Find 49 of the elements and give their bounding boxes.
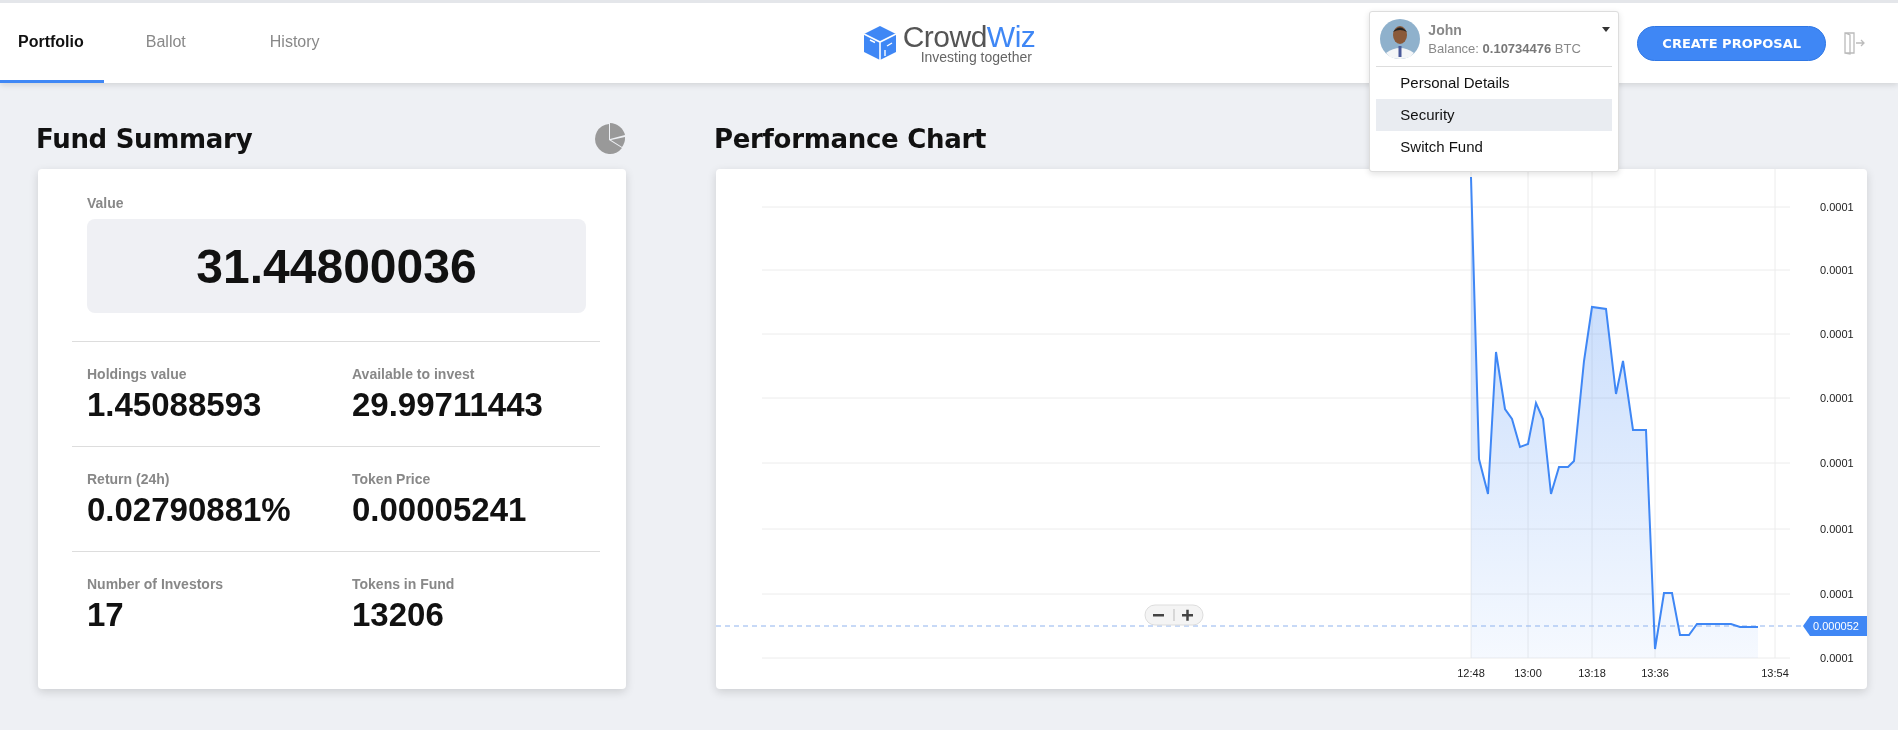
y-axis-label: 0.0001 — [1820, 457, 1854, 469]
y-axis-label: 0.0001 — [1820, 523, 1854, 535]
stat-label: Holdings value — [87, 366, 188, 382]
stat-value: 17 — [87, 596, 125, 634]
x-axis-label: 13:36 — [1641, 667, 1669, 679]
zoom-out-icon[interactable] — [1153, 614, 1164, 617]
avatar-icon — [1380, 19, 1421, 59]
stat-value: 0.00005241 — [352, 491, 528, 529]
nav-tab[interactable]: Portfolio — [0, 3, 104, 83]
stat-value: 1.45088593 — [87, 386, 263, 424]
stat-value: 29.99711443 — [352, 386, 544, 424]
logo-wordmark: CrowdWiz — [902, 22, 1036, 52]
x-axis-label: 13:54 — [1761, 667, 1789, 679]
value-display: 31.44800036 — [87, 219, 586, 313]
create-proposal-button[interactable]: CREATE PROPOSAL — [1637, 25, 1826, 61]
stat-label: Available to invest — [352, 366, 476, 382]
stat-value: 0.02790881% — [87, 491, 292, 529]
menu-item[interactable]: Security — [1376, 99, 1613, 131]
stat-label: Token Price — [352, 471, 432, 487]
menu-item[interactable]: Personal Details — [1376, 67, 1613, 99]
y-axis-label: 0.0001 — [1820, 328, 1854, 340]
section-title: Performance Chart — [714, 124, 987, 154]
stat-label: Number of Investors — [87, 576, 225, 592]
nav-tab[interactable]: History — [227, 3, 362, 83]
stat-label: Value — [87, 195, 125, 211]
logout-icon[interactable] — [1842, 31, 1866, 55]
stat-value: 13206 — [352, 596, 445, 634]
menu-item[interactable]: Switch Fund — [1376, 131, 1613, 163]
y-axis-label: 0.0001 — [1820, 392, 1854, 404]
cube-logo-icon — [862, 25, 897, 61]
stat-label: Return (24h) — [87, 471, 171, 487]
y-axis-label: 0.0001 — [1820, 264, 1854, 276]
section-title: Fund Summary — [36, 124, 253, 154]
user-name: John — [1428, 22, 1462, 38]
nav-tab[interactable]: Ballot — [103, 3, 228, 83]
pie-chart-icon[interactable] — [594, 123, 626, 155]
zoom-control-background — [1144, 604, 1204, 626]
x-axis-label: 12:48 — [1457, 667, 1485, 679]
y-axis-label: 0.0001 — [1820, 588, 1854, 600]
y-axis-label: 0.0001 — [1820, 652, 1854, 664]
stat-label: Tokens in Fund — [352, 576, 456, 592]
zoom-in-icon[interactable] — [1182, 609, 1193, 621]
x-axis-label: 13:00 — [1514, 667, 1542, 679]
price-tag: 0.000052 — [1803, 616, 1867, 636]
y-axis-label: 0.0001 — [1820, 201, 1854, 213]
caret-icon[interactable] — [1602, 27, 1611, 32]
balance-text: Balance: 0.10734476 BTC — [1428, 41, 1581, 56]
x-axis-label: 13:18 — [1578, 667, 1606, 679]
logo-tagline: Investing together — [920, 50, 1033, 64]
